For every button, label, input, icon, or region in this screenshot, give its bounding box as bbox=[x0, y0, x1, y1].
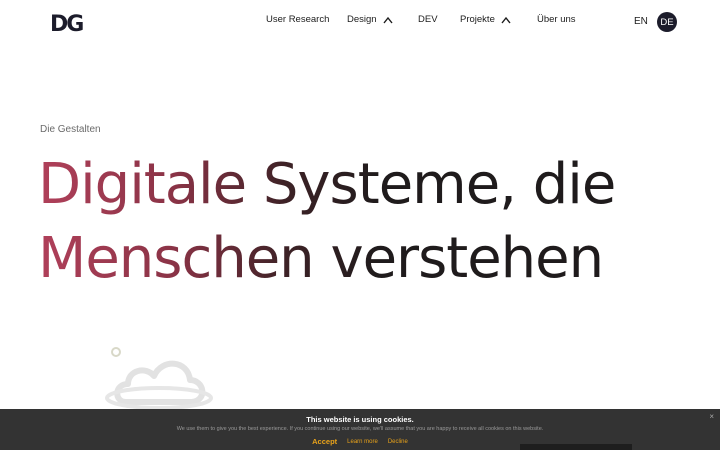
language-de-active[interactable]: DE bbox=[657, 12, 677, 32]
chevron-up-icon bbox=[501, 16, 511, 23]
nav-projekte[interactable]: Projekte bbox=[460, 14, 511, 25]
cloud-illustration bbox=[105, 347, 213, 410]
nav-label: Projekte bbox=[460, 14, 495, 25]
language-en[interactable]: EN bbox=[634, 16, 648, 27]
small-circle-decor bbox=[111, 347, 121, 357]
learn-more-link[interactable]: Learn more bbox=[347, 439, 378, 445]
nav-user-research[interactable]: User Research bbox=[266, 14, 329, 25]
hero-headline: Digitale Systeme, die Menschen verstehen bbox=[38, 148, 658, 296]
dg-logo[interactable]: DG bbox=[50, 10, 86, 34]
decline-button[interactable]: Decline bbox=[388, 439, 408, 445]
cloud-shape bbox=[114, 360, 206, 405]
logo-text: DG bbox=[50, 12, 83, 34]
footer-dark-strip bbox=[520, 444, 632, 450]
nav-label: Über uns bbox=[537, 14, 576, 25]
nav-dev[interactable]: DEV bbox=[418, 14, 438, 25]
cookie-text: We use them to give you the best experie… bbox=[176, 426, 544, 432]
nav-label: DEV bbox=[418, 14, 438, 25]
chevron-up-icon bbox=[383, 16, 393, 23]
nav-ueber-uns[interactable]: Über uns bbox=[537, 14, 576, 25]
headline-line-2: Menschen verstehen bbox=[38, 226, 604, 291]
close-icon[interactable]: × bbox=[709, 412, 714, 421]
nav-label: Design bbox=[347, 14, 377, 25]
headline-line-1: Digitale Systeme, die bbox=[38, 152, 616, 217]
hero-eyebrow: Die Gestalten bbox=[40, 124, 101, 135]
nav-label: User Research bbox=[266, 14, 330, 25]
nav-design[interactable]: Design bbox=[347, 14, 393, 25]
accept-button[interactable]: Accept bbox=[312, 437, 337, 446]
cookie-title: This website is using cookies. bbox=[306, 415, 414, 424]
